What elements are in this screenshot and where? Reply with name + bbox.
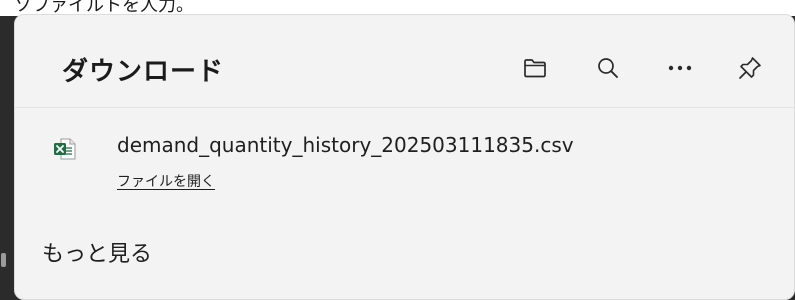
pin-panel-button[interactable] bbox=[733, 51, 767, 85]
download-filename[interactable]: demand_quantity_history_202503111835.csv bbox=[117, 133, 574, 157]
pin-icon bbox=[739, 57, 761, 79]
folder-icon bbox=[524, 59, 546, 78]
open-downloads-folder-button[interactable] bbox=[518, 51, 552, 85]
downloads-header: ダウンロード bbox=[15, 15, 794, 108]
panel-title: ダウンロード bbox=[62, 57, 225, 87]
excel-csv-icon bbox=[54, 138, 76, 160]
search-icon bbox=[598, 58, 618, 78]
search-downloads-button[interactable] bbox=[591, 51, 625, 85]
see-more-link[interactable]: もっと見る bbox=[42, 236, 152, 268]
download-item[interactable]: demand_quantity_history_202503111835.csv… bbox=[15, 123, 794, 213]
window-edge-mark bbox=[1, 253, 6, 267]
more-options-button[interactable] bbox=[663, 51, 697, 85]
downloads-panel: ダウンロード demand_quantity_history_202503111… bbox=[14, 14, 795, 300]
more-horizontal-icon bbox=[668, 65, 692, 71]
open-file-link[interactable]: ファイルを開く bbox=[117, 171, 215, 191]
